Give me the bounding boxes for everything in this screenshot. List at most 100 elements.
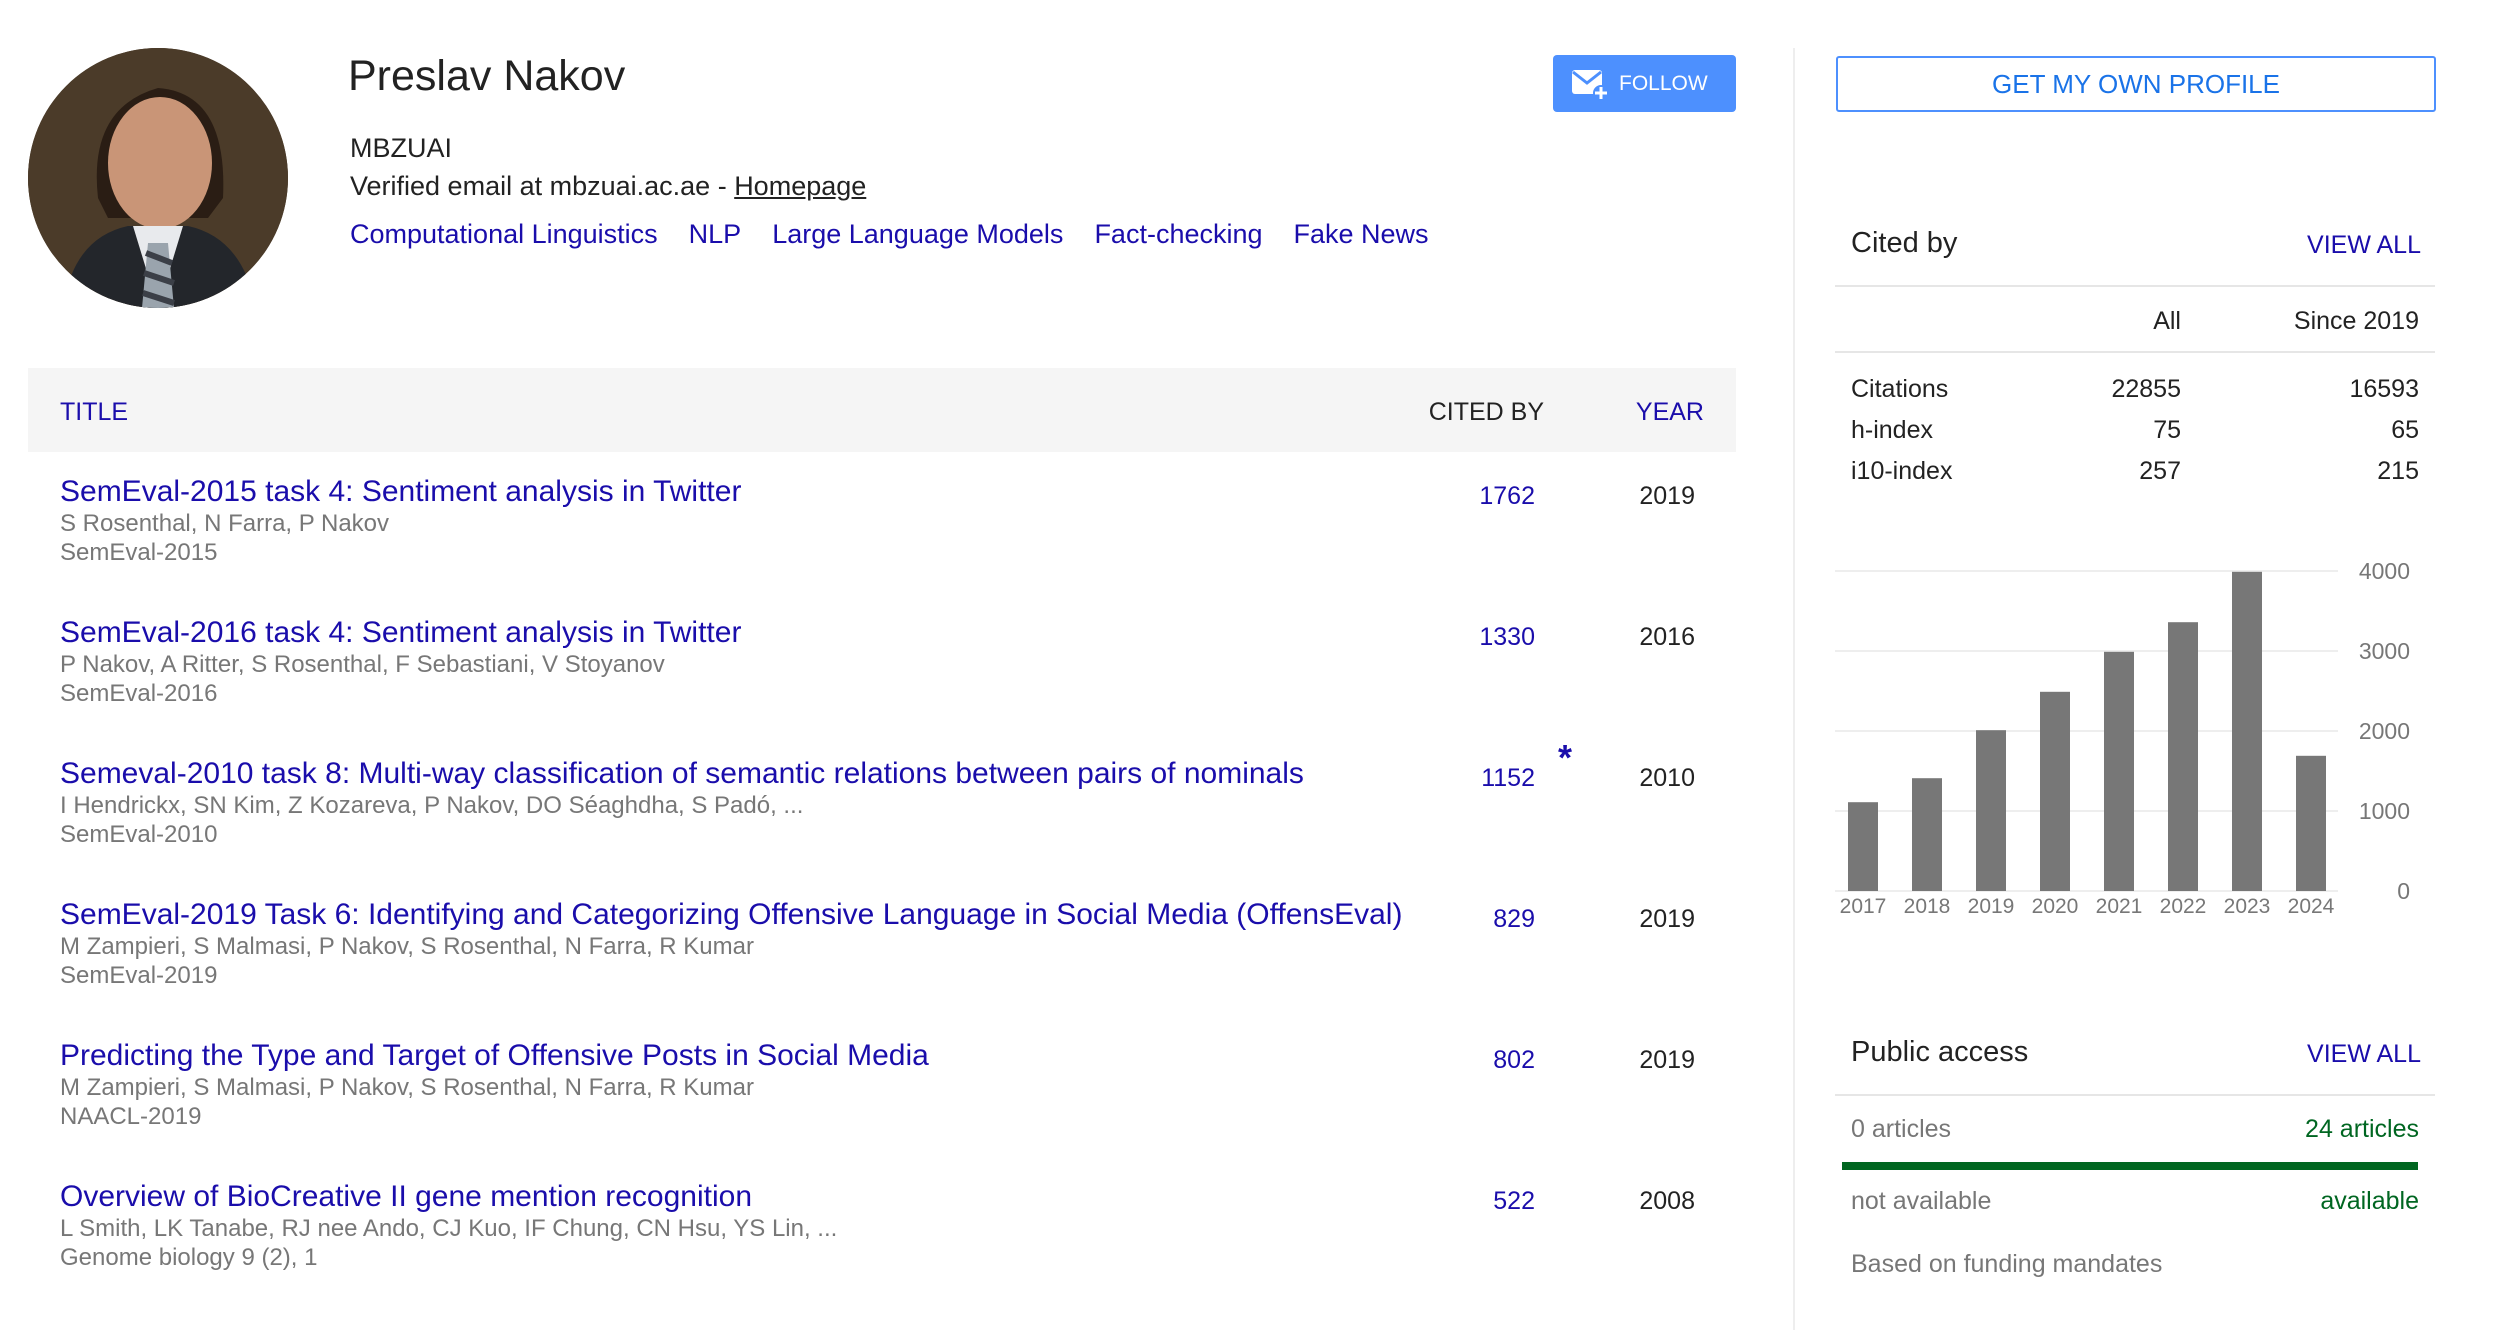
x-tick-label: 2024	[2288, 895, 2335, 918]
x-tick-label: 2020	[2032, 895, 2079, 918]
merged-citations-star[interactable]: *	[1558, 738, 1572, 778]
publication-title[interactable]: Overview of BioCreative II gene mention …	[60, 1177, 1430, 1217]
interests-list: Computational Linguistics NLP Large Langua…	[350, 218, 1460, 250]
cited-by-count[interactable]: 522	[1493, 1181, 1535, 1221]
x-tick-label: 2017	[1840, 895, 1887, 918]
stat-all: 22855	[2111, 375, 2181, 403]
cited-by-count[interactable]: 802	[1493, 1040, 1535, 1080]
table-row: Overview of BioCreative II gene mention …	[28, 1157, 1736, 1298]
interest-link[interactable]: Fact-checking	[1094, 219, 1262, 249]
sort-by-title[interactable]: TITLE	[60, 398, 128, 426]
table-row: Predicting the Type and Target of Offens…	[28, 1016, 1736, 1157]
follow-button[interactable]: FOLLOW	[1553, 55, 1736, 112]
x-tick-label: 2018	[1904, 895, 1951, 918]
not-available-count: 0 articles	[1851, 1115, 1952, 1143]
available-count: 24 articles	[2305, 1115, 2419, 1143]
stat-since: 65	[2391, 416, 2419, 444]
bar-2017[interactable]	[1848, 802, 1878, 891]
divider-line	[1835, 351, 2435, 353]
publications-list: SemEval-2015 task 4: Sentiment analysis …	[28, 452, 1736, 1298]
publication-authors: L Smith, LK Tanabe, RJ nee Ando, CJ Kuo,…	[60, 1215, 838, 1242]
cited-by-view-all-link[interactable]: VIEW ALL	[2307, 228, 2421, 262]
bar-2024[interactable]	[2296, 755, 2326, 891]
profile-photo	[28, 48, 288, 308]
interest-link[interactable]: Computational Linguistics	[350, 219, 658, 249]
bar-2021[interactable]	[2104, 651, 2134, 891]
available-label: available	[2320, 1187, 2419, 1215]
publication-title[interactable]: Semeval-2010 task 8: Multi-way classific…	[60, 754, 1430, 794]
public-access-progress-fill	[1842, 1162, 2418, 1170]
interest-link[interactable]: Large Language Models	[772, 219, 1063, 249]
sort-by-year[interactable]: YEAR	[1636, 398, 1704, 426]
publication-year: 2019	[1639, 482, 1695, 510]
get-my-own-profile-button[interactable]: GET MY OWN PROFILE	[1836, 56, 2436, 112]
stat-all: 75	[2153, 416, 2181, 444]
cited-by-count[interactable]: 1152	[1481, 758, 1535, 798]
divider-line	[1835, 1094, 2435, 1096]
table-row: SemEval-2015 task 4: Sentiment analysis …	[28, 452, 1736, 593]
stat-label: h-index	[1851, 416, 1933, 444]
bar-2018[interactable]	[1912, 778, 1942, 891]
stat-label: Citations	[1851, 375, 1949, 403]
public-access-title: Public access	[1851, 1036, 2029, 1068]
publication-venue: SemEval-2016	[60, 680, 218, 707]
interest-link[interactable]: Fake News	[1294, 219, 1429, 249]
x-tick-label: 2022	[2160, 895, 2207, 918]
email-text: Verified email at mbzuai.ac.ae -	[350, 171, 735, 201]
public-access-heading: Public access VIEW ALL	[1851, 1035, 2421, 1069]
homepage-link[interactable]: Homepage	[734, 171, 866, 201]
stats-row-h-index: h-index 75 65	[1851, 415, 2419, 456]
public-access-progress-bar	[1842, 1162, 2418, 1170]
cited-by-count[interactable]: 1330	[1479, 617, 1535, 657]
bar-2020[interactable]	[2040, 691, 2070, 891]
y-tick-label: 1000	[2359, 798, 2410, 824]
stat-since: 215	[2377, 457, 2419, 485]
profile-email: Verified email at mbzuai.ac.ae - Homepag…	[350, 170, 866, 202]
table-row: Semeval-2010 task 8: Multi-way classific…	[28, 734, 1736, 875]
interest-link[interactable]: NLP	[689, 219, 742, 249]
bar-2022[interactable]	[2168, 622, 2198, 891]
publication-title[interactable]: SemEval-2015 task 4: Sentiment analysis …	[60, 472, 1430, 512]
public-access-view-all-link[interactable]: VIEW ALL	[2307, 1037, 2421, 1071]
publication-year: 2019	[1639, 905, 1695, 933]
citation-stats-header: All Since 2019	[1851, 306, 2419, 347]
profile-affiliation: MBZUAI	[350, 133, 453, 163]
avatar	[28, 48, 288, 308]
publication-venue: SemEval-2010	[60, 821, 218, 848]
publication-venue: SemEval-2019	[60, 962, 218, 989]
cited-by-count[interactable]: 1762	[1479, 476, 1535, 516]
bar-2019[interactable]	[1976, 730, 2006, 891]
table-row: SemEval-2019 Task 6: Identifying and Cat…	[28, 875, 1736, 1016]
publication-year: 2010	[1639, 764, 1695, 792]
publication-title[interactable]: Predicting the Type and Target of Offens…	[60, 1036, 1430, 1076]
y-tick-label: 0	[2397, 878, 2410, 904]
column-all: All	[2153, 307, 2181, 335]
stat-label: i10-index	[1851, 457, 1953, 485]
y-tick-label: 3000	[2359, 638, 2410, 664]
publication-year: 2016	[1639, 623, 1695, 651]
panel-divider	[1793, 48, 1795, 1330]
x-tick-label: 2023	[2224, 895, 2271, 918]
cited-by-count[interactable]: 829	[1493, 899, 1535, 939]
stats-row-i10-index: i10-index 257 215	[1851, 456, 2419, 497]
follow-label: FOLLOW	[1619, 71, 1708, 95]
publication-venue: NAACL-2019	[60, 1103, 202, 1130]
publication-authors: M Zampieri, S Malmasi, P Nakov, S Rosent…	[60, 933, 754, 960]
y-tick-label: 2000	[2359, 718, 2410, 744]
profile-name: Preslav Nakov	[348, 52, 626, 100]
publication-title[interactable]: SemEval-2019 Task 6: Identifying and Cat…	[60, 895, 1430, 935]
stat-since: 16593	[2349, 375, 2419, 403]
funding-mandates-note: Based on funding mandates	[1851, 1250, 2163, 1278]
not-available-label: not available	[1851, 1187, 1992, 1215]
bar-2023[interactable]	[2232, 571, 2262, 891]
citation-stats-table: Citations 22855 16593 h-index 75 65 i10-…	[1851, 374, 2419, 497]
y-tick-label: 4000	[2359, 558, 2410, 584]
x-tick-label: 2019	[1968, 895, 2015, 918]
publication-title[interactable]: SemEval-2016 task 4: Sentiment analysis …	[60, 613, 1430, 653]
publication-venue: SemEval-2015	[60, 539, 218, 566]
cited-by-heading: Cited by VIEW ALL	[1851, 226, 2421, 260]
chart-svg: 0 1000 2000 3000 4000 2017 2018 2019 2020 2021 202…	[1835, 558, 2410, 918]
email-follow-icon	[1572, 69, 1609, 101]
x-tick-label: 2021	[2096, 895, 2143, 918]
cited-by-header: CITED BY	[1428, 398, 1544, 426]
